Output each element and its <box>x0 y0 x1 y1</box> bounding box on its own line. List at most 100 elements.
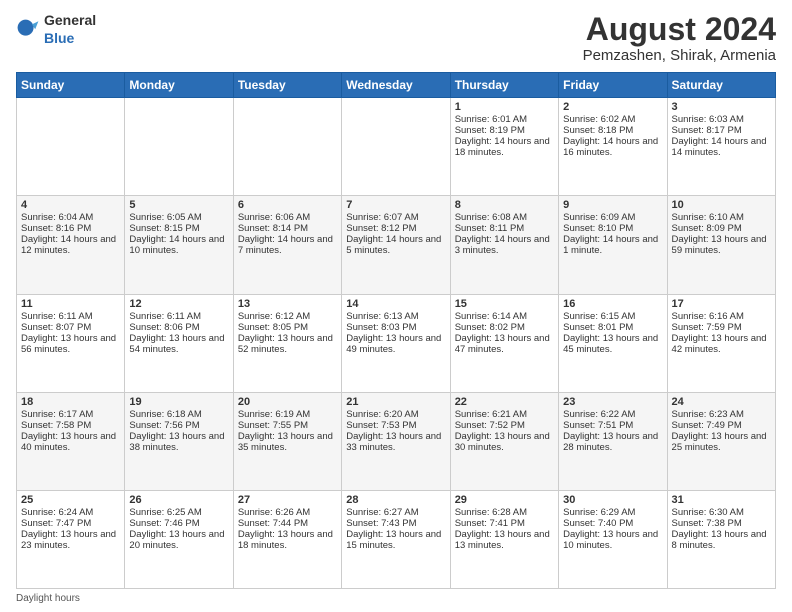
day-info: Sunrise: 6:25 AM <box>129 507 228 518</box>
day-info: Daylight: 14 hours and 14 minutes. <box>672 136 771 158</box>
logo-general: General <box>44 12 96 28</box>
logo-icon <box>16 18 40 42</box>
day-info: Sunrise: 6:26 AM <box>238 507 337 518</box>
day-number: 10 <box>672 199 771 211</box>
calendar-cell: 16Sunrise: 6:15 AMSunset: 8:01 PMDayligh… <box>559 294 667 392</box>
day-number: 11 <box>21 298 120 310</box>
day-info: Sunset: 8:05 PM <box>238 322 337 333</box>
col-header-saturday: Saturday <box>667 73 775 98</box>
day-info: Daylight: 13 hours and 40 minutes. <box>21 431 120 453</box>
day-info: Sunset: 7:43 PM <box>346 518 445 529</box>
day-info: Daylight: 13 hours and 56 minutes. <box>21 333 120 355</box>
calendar-cell: 5Sunrise: 6:05 AMSunset: 8:15 PMDaylight… <box>125 196 233 294</box>
day-info: Daylight: 13 hours and 59 minutes. <box>672 234 771 256</box>
calendar-cell: 24Sunrise: 6:23 AMSunset: 7:49 PMDayligh… <box>667 392 775 490</box>
day-info: Daylight: 13 hours and 28 minutes. <box>563 431 662 453</box>
calendar-header-row: SundayMondayTuesdayWednesdayThursdayFrid… <box>17 73 776 98</box>
day-info: Daylight: 13 hours and 33 minutes. <box>346 431 445 453</box>
day-info: Sunset: 8:11 PM <box>455 223 554 234</box>
header: General Blue August 2024 Pemzashen, Shir… <box>16 12 776 64</box>
calendar-week-row: 18Sunrise: 6:17 AMSunset: 7:58 PMDayligh… <box>17 392 776 490</box>
day-info: Daylight: 13 hours and 45 minutes. <box>563 333 662 355</box>
day-number: 9 <box>563 199 662 211</box>
day-info: Sunrise: 6:06 AM <box>238 212 337 223</box>
day-info: Sunrise: 6:11 AM <box>21 311 120 322</box>
calendar-cell: 4Sunrise: 6:04 AMSunset: 8:16 PMDaylight… <box>17 196 125 294</box>
day-number: 4 <box>21 199 120 211</box>
day-info: Sunrise: 6:18 AM <box>129 409 228 420</box>
day-info: Sunrise: 6:01 AM <box>455 114 554 125</box>
day-number: 6 <box>238 199 337 211</box>
calendar-cell: 23Sunrise: 6:22 AMSunset: 7:51 PMDayligh… <box>559 392 667 490</box>
day-info: Sunset: 8:15 PM <box>129 223 228 234</box>
day-number: 24 <box>672 396 771 408</box>
day-info: Sunset: 8:14 PM <box>238 223 337 234</box>
calendar-cell: 21Sunrise: 6:20 AMSunset: 7:53 PMDayligh… <box>342 392 450 490</box>
day-info: Sunrise: 6:23 AM <box>672 409 771 420</box>
location: Pemzashen, Shirak, Armenia <box>583 47 776 64</box>
day-info: Sunrise: 6:08 AM <box>455 212 554 223</box>
calendar-cell: 27Sunrise: 6:26 AMSunset: 7:44 PMDayligh… <box>233 490 341 588</box>
day-info: Daylight: 13 hours and 42 minutes. <box>672 333 771 355</box>
title-block: August 2024 Pemzashen, Shirak, Armenia <box>583 12 776 64</box>
day-info: Daylight: 13 hours and 13 minutes. <box>455 529 554 551</box>
day-info: Sunset: 7:46 PM <box>129 518 228 529</box>
day-info: Sunrise: 6:21 AM <box>455 409 554 420</box>
col-header-wednesday: Wednesday <box>342 73 450 98</box>
day-info: Sunset: 7:44 PM <box>238 518 337 529</box>
day-info: Sunset: 7:38 PM <box>672 518 771 529</box>
calendar-cell: 12Sunrise: 6:11 AMSunset: 8:06 PMDayligh… <box>125 294 233 392</box>
day-info: Daylight: 13 hours and 52 minutes. <box>238 333 337 355</box>
day-info: Sunrise: 6:16 AM <box>672 311 771 322</box>
day-info: Sunset: 8:10 PM <box>563 223 662 234</box>
day-info: Sunset: 8:03 PM <box>346 322 445 333</box>
day-info: Daylight: 13 hours and 23 minutes. <box>21 529 120 551</box>
day-info: Sunrise: 6:04 AM <box>21 212 120 223</box>
calendar-cell: 11Sunrise: 6:11 AMSunset: 8:07 PMDayligh… <box>17 294 125 392</box>
day-info: Sunset: 8:06 PM <box>129 322 228 333</box>
day-info: Sunrise: 6:03 AM <box>672 114 771 125</box>
day-info: Daylight: 14 hours and 7 minutes. <box>238 234 337 256</box>
day-info: Sunrise: 6:29 AM <box>563 507 662 518</box>
month-year: August 2024 <box>583 12 776 47</box>
day-info: Daylight: 13 hours and 18 minutes. <box>238 529 337 551</box>
day-info: Sunset: 7:49 PM <box>672 420 771 431</box>
day-info: Daylight: 13 hours and 25 minutes. <box>672 431 771 453</box>
day-info: Daylight: 14 hours and 3 minutes. <box>455 234 554 256</box>
day-info: Daylight: 14 hours and 5 minutes. <box>346 234 445 256</box>
calendar-cell <box>342 98 450 196</box>
calendar-cell: 3Sunrise: 6:03 AMSunset: 8:17 PMDaylight… <box>667 98 775 196</box>
day-info: Daylight: 13 hours and 47 minutes. <box>455 333 554 355</box>
day-info: Daylight: 13 hours and 35 minutes. <box>238 431 337 453</box>
day-info: Sunrise: 6:11 AM <box>129 311 228 322</box>
day-number: 21 <box>346 396 445 408</box>
day-number: 31 <box>672 494 771 506</box>
calendar-cell <box>17 98 125 196</box>
day-info: Sunrise: 6:09 AM <box>563 212 662 223</box>
calendar-cell: 29Sunrise: 6:28 AMSunset: 7:41 PMDayligh… <box>450 490 558 588</box>
day-info: Sunrise: 6:17 AM <box>21 409 120 420</box>
day-number: 30 <box>563 494 662 506</box>
calendar-week-row: 1Sunrise: 6:01 AMSunset: 8:19 PMDaylight… <box>17 98 776 196</box>
day-info: Daylight: 13 hours and 10 minutes. <box>563 529 662 551</box>
day-info: Daylight: 13 hours and 8 minutes. <box>672 529 771 551</box>
day-info: Sunset: 8:02 PM <box>455 322 554 333</box>
day-info: Sunset: 8:17 PM <box>672 125 771 136</box>
logo: General Blue <box>16 12 96 48</box>
calendar-cell: 14Sunrise: 6:13 AMSunset: 8:03 PMDayligh… <box>342 294 450 392</box>
calendar-cell: 2Sunrise: 6:02 AMSunset: 8:18 PMDaylight… <box>559 98 667 196</box>
logo-blue: Blue <box>44 30 74 46</box>
day-number: 28 <box>346 494 445 506</box>
day-info: Sunset: 8:12 PM <box>346 223 445 234</box>
day-info: Daylight: 13 hours and 30 minutes. <box>455 431 554 453</box>
day-info: Sunset: 7:59 PM <box>672 322 771 333</box>
day-info: Sunset: 7:40 PM <box>563 518 662 529</box>
col-header-thursday: Thursday <box>450 73 558 98</box>
col-header-friday: Friday <box>559 73 667 98</box>
day-number: 27 <box>238 494 337 506</box>
calendar-week-row: 11Sunrise: 6:11 AMSunset: 8:07 PMDayligh… <box>17 294 776 392</box>
day-info: Sunrise: 6:28 AM <box>455 507 554 518</box>
day-number: 1 <box>455 101 554 113</box>
day-info: Sunset: 7:51 PM <box>563 420 662 431</box>
col-header-tuesday: Tuesday <box>233 73 341 98</box>
